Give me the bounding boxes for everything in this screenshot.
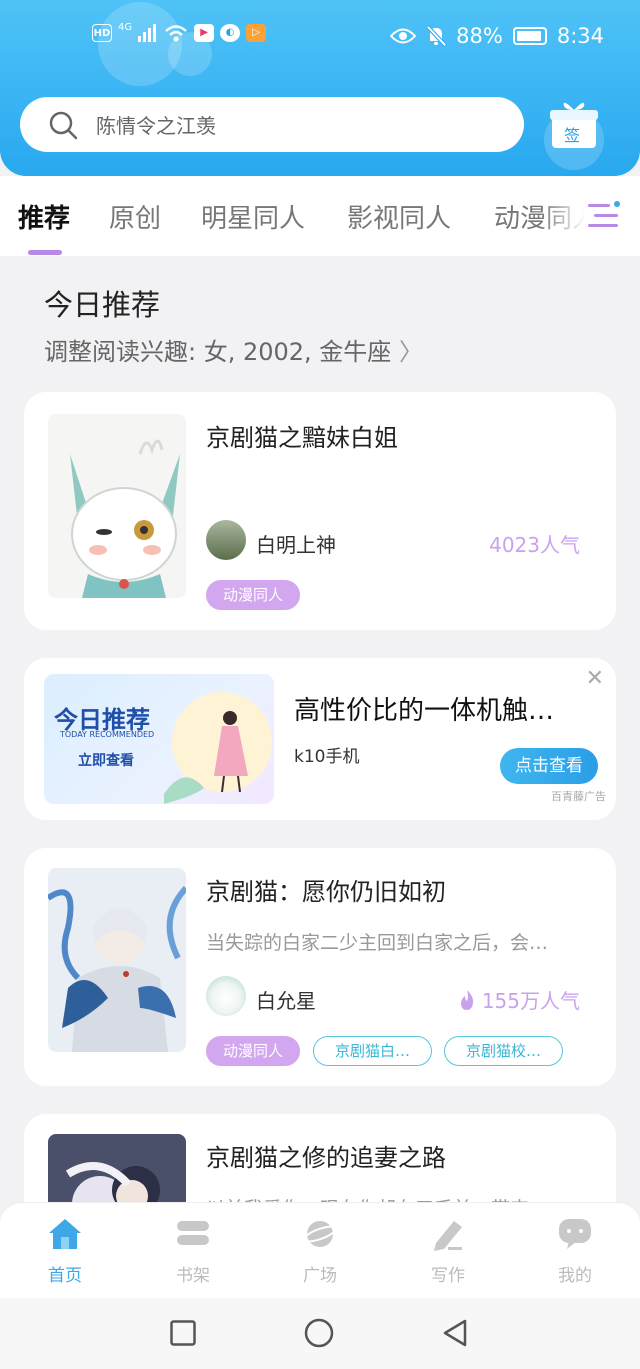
tab-recommend[interactable]: 推荐 [18, 198, 70, 235]
ad-card[interactable]: 今日推荐 TODAY RECOMMENDED 立即查看 高性价比的一体机触… k… [24, 658, 616, 820]
wifi-icon [165, 25, 187, 42]
book-title: 京剧猫之修的追妻之路 [206, 1144, 446, 1172]
tag-jingjumao-bai[interactable]: 京剧猫白… [313, 1036, 432, 1066]
header: HD 4G ▶ ◐ ▷ 88% 8:34 陈情令之江羡 签 [0, 0, 640, 176]
flame-icon [460, 989, 473, 1010]
book-cover [48, 868, 186, 1052]
ad-title: 高性价比的一体机触… [294, 696, 555, 726]
sign-in-label: 签 [564, 126, 581, 145]
recent-apps-icon[interactable] [170, 1320, 196, 1346]
author-name: 白明上神 [256, 533, 336, 557]
nav-bookshelf[interactable]: 书架 [153, 1217, 233, 1286]
book-title: 京剧猫之黯妹白姐 [206, 424, 398, 452]
home-icon [49, 1219, 81, 1249]
ad-image-subtitle: TODAY RECOMMENDED [60, 730, 155, 739]
search-bar[interactable]: 陈情令之江羡 [20, 97, 524, 152]
bookshelf-icon [177, 1221, 209, 1245]
network-type: 4G [118, 21, 133, 33]
sign-in-button[interactable]: 签 [548, 100, 600, 150]
popularity-count: 155万人气 [458, 985, 580, 1014]
tab-menu-icon[interactable] [586, 200, 622, 234]
book-card[interactable]: 京剧猫之黯妹白姐 白明上神 4023人气 动漫同人 [24, 392, 616, 630]
pen-icon [434, 1221, 462, 1251]
search-icon [49, 111, 78, 139]
section-title: 今日推荐 [44, 288, 161, 322]
back-icon[interactable] [440, 1318, 470, 1348]
author-name: 白允星 [256, 989, 316, 1013]
nav-home[interactable]: 首页 [25, 1217, 105, 1286]
author-avatar [206, 976, 246, 1016]
home-button-icon[interactable] [304, 1318, 334, 1348]
ad-image: 今日推荐 TODAY RECOMMENDED 立即查看 [44, 674, 274, 804]
app-notification-icon: ▶ [194, 24, 215, 42]
nav-bookshelf-label: 书架 [176, 1266, 210, 1286]
tab-original[interactable]: 原创 [109, 198, 161, 235]
system-navigation-bar [0, 1298, 640, 1369]
active-tab-indicator [28, 250, 62, 255]
author-avatar [206, 520, 246, 560]
reading-interest-link[interactable]: 调整阅读兴趣: 女, 2002, 金牛座 〉 [44, 332, 423, 367]
clock-time: 8:34 [556, 24, 604, 48]
signal-icon [138, 24, 157, 42]
ad-figure-illustration [164, 692, 272, 804]
ad-image-cta: 立即查看 [78, 753, 134, 769]
mute-icon [426, 25, 447, 47]
nav-square-label: 广场 [303, 1266, 337, 1286]
eye-icon [390, 28, 417, 44]
chat-bubble-icon [559, 1219, 591, 1249]
book-title: 京剧猫：愿你仍旧如初 [206, 878, 446, 906]
ad-view-button[interactable]: 点击查看 [500, 748, 598, 784]
tag-anime-fanfic[interactable]: 动漫同人 [206, 1036, 300, 1066]
nav-write[interactable]: 写作 [408, 1217, 488, 1286]
hd-badge: HD [92, 24, 112, 42]
close-icon[interactable]: ✕ [586, 666, 604, 691]
search-placeholder: 陈情令之江羡 [96, 114, 216, 138]
book-description: 当失踪的白家二少主回到白家之后，会… [206, 932, 549, 954]
ad-source-label: 百青藤广告 [551, 790, 606, 803]
character-illustration [48, 868, 186, 1052]
tab-celebrity-fanfic[interactable]: 明星同人 [201, 198, 305, 235]
browser-notification-icon: ◐ [220, 24, 241, 42]
chevron-right-icon: 〉 [398, 338, 423, 366]
book-cover [48, 414, 186, 598]
status-bar: HD 4G ▶ ◐ ▷ 88% 8:34 [0, 0, 640, 76]
ad-subtitle: k10手机 [294, 747, 360, 767]
nav-square[interactable]: 广场 [280, 1217, 360, 1286]
popularity-text: 155万人气 [481, 989, 580, 1013]
nav-me[interactable]: 我的 [535, 1217, 615, 1286]
popularity-text: 4023人气 [489, 533, 580, 557]
popularity-count: 4023人气 [489, 529, 580, 558]
tag-anime-fanfic[interactable]: 动漫同人 [206, 580, 300, 610]
tab-film-fanfic[interactable]: 影视同人 [347, 198, 451, 235]
video-notification-icon: ▷ [246, 24, 267, 42]
planet-icon [302, 1221, 338, 1247]
nav-write-label: 写作 [431, 1266, 465, 1286]
tag-jingjumao-school[interactable]: 京剧猫校… [444, 1036, 563, 1066]
nav-me-label: 我的 [558, 1266, 592, 1286]
battery-percent: 88% [456, 24, 503, 48]
cat-illustration [48, 414, 186, 598]
nav-home-label: 首页 [48, 1266, 82, 1286]
battery-icon [512, 27, 547, 45]
book-card[interactable]: 京剧猫：愿你仍旧如初 当失踪的白家二少主回到白家之后，会… 白允星 155万人气… [24, 848, 616, 1086]
bottom-navigation: 首页 书架 广场 写作 我的 [0, 1202, 640, 1298]
reading-interest-text: 调整阅读兴趣: 女, 2002, 金牛座 [44, 338, 392, 366]
